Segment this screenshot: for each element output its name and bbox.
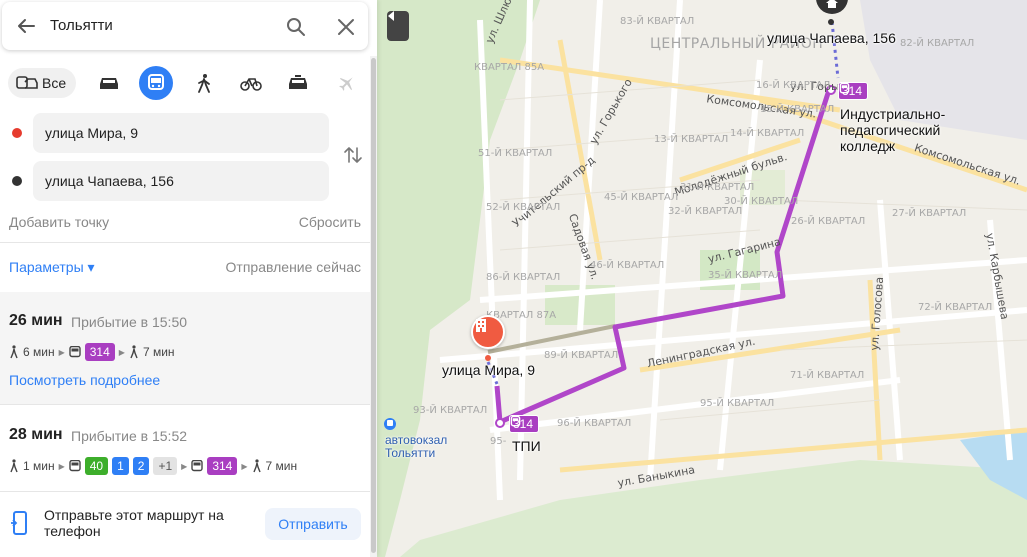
divider — [0, 404, 370, 405]
start-address-label: улица Мира, 9 — [442, 362, 535, 378]
mode-bike-button[interactable] — [234, 66, 268, 100]
route-number-badge: 1 — [112, 457, 129, 475]
to-field[interactable]: улица Чапаева, 156 — [33, 161, 329, 201]
send-to-phone: Отправьте этот маршрут на телефон Отправ… — [0, 491, 370, 557]
route-number-badge: 2 — [132, 457, 150, 475]
bus-icon — [839, 83, 850, 94]
quarter-label: 95-Й КВАРТАЛ — [700, 398, 775, 409]
quarter-label: 52-Й КВАРТАЛ — [486, 202, 561, 213]
route-panel: Тольятти Все улица Мира, 9 улица Чапаева… — [0, 0, 377, 557]
close-icon[interactable] — [335, 16, 357, 38]
bicycle-icon — [240, 78, 262, 91]
bus-icon — [69, 346, 81, 358]
building-icon — [476, 319, 486, 332]
route-duration: 28 мин — [9, 426, 63, 443]
bus-icon — [69, 460, 81, 472]
search-bar[interactable]: Тольятти — [2, 2, 368, 50]
more-routes-badge: +1 — [153, 457, 178, 475]
reset-link[interactable]: Сбросить — [299, 214, 361, 230]
mode-all-button[interactable]: Все — [8, 68, 76, 98]
send-button[interactable]: Отправить — [265, 508, 361, 540]
stop-end-label: Индустриально-педагогический колледж — [840, 106, 946, 154]
search-icon[interactable] — [285, 16, 307, 38]
quarter-label: 82-Й КВАРТАЛ — [900, 38, 975, 49]
collapse-panel-button[interactable] — [387, 11, 409, 41]
quarter-label: 86-Й КВАРТАЛ — [486, 272, 561, 283]
add-point-link[interactable]: Добавить точку — [9, 214, 109, 230]
quarter-label: 51-Й КВАРТАЛ — [478, 148, 553, 159]
walk-icon — [252, 459, 261, 473]
airplane-icon — [339, 77, 353, 91]
start-pin[interactable] — [471, 315, 505, 349]
search-query[interactable]: Тольятти — [50, 17, 113, 34]
route-arrival: Прибытие в 15:50 — [71, 314, 188, 330]
mode-car-button[interactable] — [92, 66, 126, 100]
mode-taxi-button[interactable] — [281, 66, 315, 100]
walk-icon — [10, 459, 18, 473]
quarter-label: 27-Й КВАРТАЛ — [892, 208, 967, 219]
home-icon — [826, 0, 838, 8]
route-steps: 1 мин ▶ 40 1 2 +1 ▶ 314 ▶ 7 мин — [9, 456, 297, 476]
send-description: Отправьте этот маршрут на телефон — [44, 507, 224, 539]
from-field[interactable]: улица Мира, 9 — [33, 113, 329, 153]
point-actions: Добавить точку Сбросить — [9, 214, 361, 230]
route-steps: 6 мин ▶ 314 ▶ 7 мин — [9, 342, 175, 362]
quarter-label: 26-Й КВАРТАЛ — [791, 216, 866, 227]
quarter-label: 96-Й КВАРТАЛ — [557, 418, 632, 429]
walk-icon — [198, 74, 210, 93]
quarter-label: 46-Й КВАРТАЛ — [590, 260, 665, 271]
bus-station-label[interactable]: автовокзал Тольятти — [385, 434, 465, 460]
quarter-label: 16-Й КВАРТАЛ — [756, 80, 831, 91]
route-number-badge: 40 — [84, 457, 109, 475]
quarter-label: 31-Й КВАРТАЛ — [680, 182, 755, 193]
see-details-link[interactable]: Посмотреть подробнее — [9, 372, 160, 388]
quarter-label: 93-Й КВАРТАЛ — [413, 405, 488, 416]
caret-left-icon — [388, 11, 394, 21]
route-number-badge: 314 — [207, 457, 238, 475]
quarter-label: 89-Й КВАРТАЛ — [544, 350, 619, 361]
route-badge-end[interactable]: 314 — [838, 82, 869, 100]
swap-icon[interactable] — [342, 144, 364, 166]
quarter-label: 83-Й КВАРТАЛ — [620, 16, 695, 27]
bus-icon — [148, 74, 164, 90]
quarter-label: 95- — [490, 436, 507, 447]
route-duration: 26 мин — [9, 312, 63, 329]
end-address-label: улица Чапаева, 156 — [767, 30, 896, 46]
panel-scrollbar[interactable] — [370, 56, 377, 557]
walk-icon — [130, 345, 138, 359]
back-arrow-icon[interactable] — [16, 16, 36, 36]
quarter-label: 35-Й КВАРТАЛ — [708, 270, 783, 281]
walk-icon — [10, 345, 18, 359]
transport-modes: Все — [8, 66, 368, 100]
to-point-row: улица Чапаева, 156 — [9, 161, 329, 201]
taxi-icon — [289, 75, 307, 89]
from-point-row: улица Мира, 9 — [9, 113, 329, 153]
mode-bus-button[interactable] — [139, 66, 173, 100]
quarter-label: 45-Й КВАРТАЛ — [604, 192, 679, 203]
route-arrival: Прибытие в 15:52 — [71, 428, 188, 444]
car-icon — [100, 78, 118, 89]
quarter-label: 71-Й КВАРТАЛ — [790, 370, 865, 381]
quarter-label: КВАРТАЛ 85А — [474, 62, 545, 73]
mode-plane-button[interactable] — [330, 66, 364, 100]
divider — [0, 242, 370, 243]
route-badge-start[interactable]: 314 — [509, 415, 540, 433]
quarter-label: 72-Й КВАРТАЛ — [918, 302, 993, 313]
quarter-label: 14-Й КВАРТАЛ — [730, 128, 805, 139]
quarter-label: 32-Й КВАРТАЛ — [668, 206, 743, 217]
bus-icon — [510, 416, 521, 427]
mode-walk-button[interactable] — [187, 66, 221, 100]
quarter-label: 15-Й КВАРТАЛ — [760, 104, 835, 115]
phone-icon — [11, 511, 27, 535]
bus-icon — [191, 460, 204, 472]
parameters-dropdown[interactable]: Параметры ▾ — [9, 259, 95, 276]
stop-start-label: ТПИ — [512, 438, 541, 454]
car-bus-icon — [16, 76, 38, 89]
departure-time-link[interactable]: Отправление сейчас — [226, 259, 361, 275]
from-dot-icon — [12, 128, 22, 138]
to-dot-icon — [12, 176, 22, 186]
quarter-label: 13-Й КВАРТАЛ — [654, 134, 729, 145]
route-number-badge: 314 — [84, 343, 115, 361]
